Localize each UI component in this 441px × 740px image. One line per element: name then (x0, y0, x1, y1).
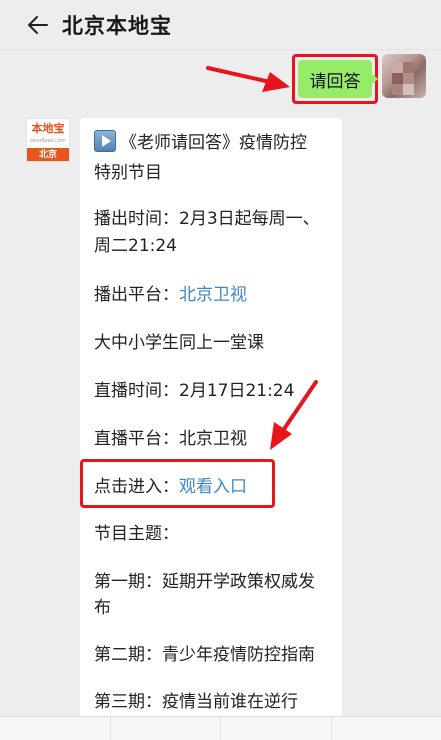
highlight-box-watch-entry (80, 459, 275, 508)
annotation-arrow-2 (270, 380, 318, 450)
my-message-bubble[interactable]: 请回答 (298, 60, 378, 98)
message-line: 布 (94, 598, 111, 618)
message-line: 《老师请回答》疫情防控 (94, 128, 334, 158)
message-line: 播出平台：北京卫视 (94, 285, 247, 305)
logo-mark: 本地宝 bendibao.com (27, 119, 69, 148)
message-line: 第二期：青少年疫情防控指南 (94, 645, 315, 665)
message-line: 大中小学生同上一堂课 (94, 333, 264, 353)
play-icon (94, 130, 116, 152)
highlight-box-my-message: 请回答 (292, 54, 378, 104)
beijing-tv-link[interactable]: 北京卫视 (179, 285, 247, 305)
message-line: 第三期：疫情当前谁在逆行 (94, 692, 298, 712)
menu-tab[interactable] (332, 717, 441, 740)
page-title: 北京本地宝 (62, 13, 172, 38)
message-line: 周二21:24 (94, 236, 177, 256)
message-line: 节目主题： (94, 524, 179, 544)
bot-avatar[interactable]: 本地宝 bendibao.com 北京 (26, 118, 70, 162)
menu-tab[interactable] (111, 717, 221, 740)
menu-tab[interactable] (0, 717, 111, 740)
my-avatar[interactable] (382, 54, 426, 98)
logo-city: 北京 (27, 148, 69, 161)
menu-tab[interactable] (221, 717, 332, 740)
message-line: 特别节目 (94, 163, 162, 183)
back-button[interactable] (16, 0, 60, 50)
bottom-menu-bar (0, 716, 441, 740)
header-bar: 北京本地宝 (0, 0, 441, 50)
annotation-arrow-1 (206, 66, 290, 92)
arrow-left-icon (28, 15, 48, 34)
message-line: 播出时间：2月3日起每周一、 (94, 209, 320, 229)
